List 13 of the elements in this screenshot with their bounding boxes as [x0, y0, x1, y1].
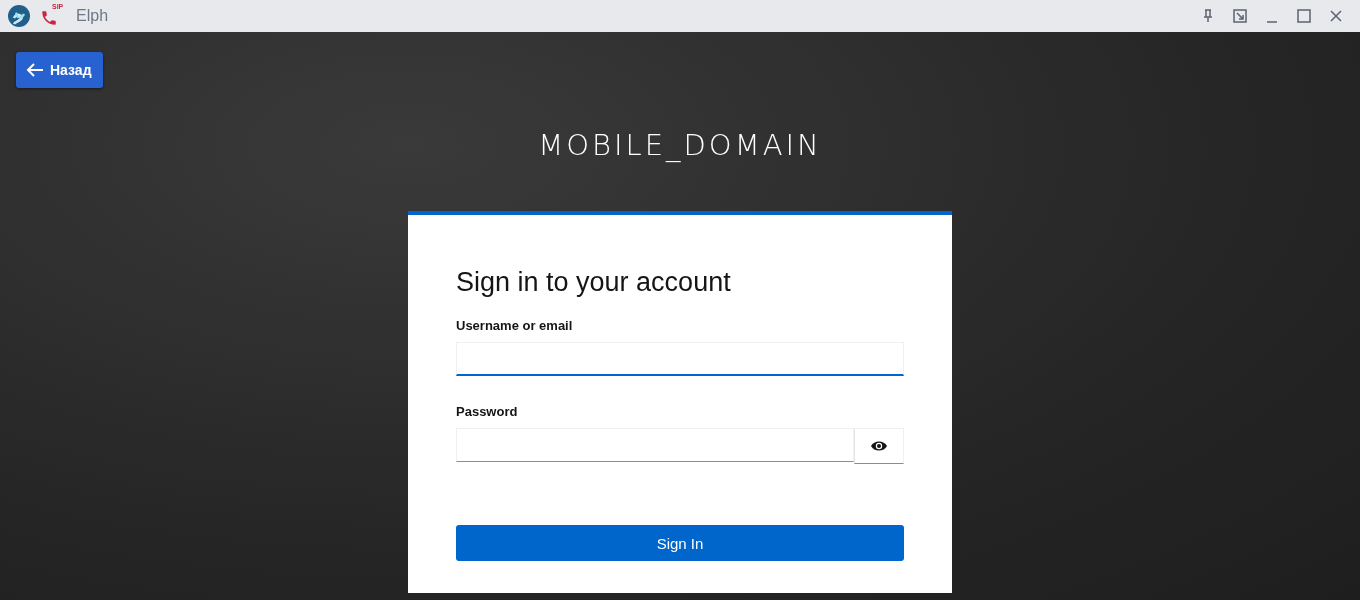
back-button[interactable]: Назад — [16, 52, 103, 88]
password-field[interactable] — [456, 428, 854, 462]
arrow-left-icon — [26, 62, 44, 78]
field-label: Password — [456, 404, 519, 419]
username-field[interactable] — [456, 342, 904, 376]
show-password-button[interactable] — [854, 428, 904, 464]
eye-icon — [870, 440, 888, 452]
realm-title: MOBILE_DOMAIN — [538, 128, 822, 162]
sign-in-button[interactable]: Sign In — [456, 525, 904, 561]
field-label: Username or email — [456, 318, 574, 333]
form-heading: Sign in to your account — [456, 267, 732, 298]
window-title: Elph — [76, 7, 109, 25]
app-logo-icon — [8, 5, 30, 27]
